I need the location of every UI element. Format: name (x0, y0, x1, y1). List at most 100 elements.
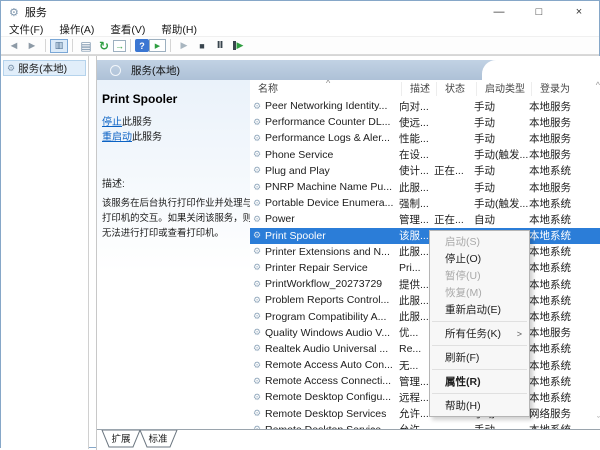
service-description: 使远... (399, 115, 434, 130)
pane-header-title: 服务(本地) (131, 63, 180, 78)
column-header-startup-type[interactable]: 启动类型 (477, 82, 532, 96)
context-menu-item[interactable]: 停止(O) (430, 250, 529, 267)
service-row[interactable]: ⚙ Program Compatibility A... 此服... 本地系统 (250, 308, 600, 324)
window-title: 服务 (25, 4, 47, 20)
show-action-pane-icon[interactable]: ▶ (149, 39, 166, 52)
service-row[interactable]: ⚙ Remote Access Connecti... 管理... 本地系统 (250, 373, 600, 389)
context-menu-item[interactable]: 重新启动(E) (430, 301, 529, 318)
service-row[interactable]: ⚙ PNRP Machine Name Pu... 此服... 手动 本地服务 (250, 179, 600, 195)
service-row[interactable]: ⚙ Peer Networking Identity... 向对... 手动 本… (250, 98, 600, 114)
service-gear-icon: ⚙ (250, 246, 265, 257)
properties-icon[interactable]: ▤ (77, 38, 95, 53)
service-gear-icon: ⚙ (250, 392, 265, 403)
service-row[interactable]: ⚙ PrintWorkflow_20273729 提供... 本地系统 (250, 276, 600, 292)
service-name: Problem Reports Control... (265, 294, 399, 306)
app-gear-icon: ⚙ (9, 6, 19, 19)
service-logon-as: 本地服务 (529, 147, 600, 162)
service-startup-type: 手动 (474, 163, 529, 178)
service-row[interactable]: ⚙ Remote Desktop Configu... 远程... 本地系统 (250, 389, 600, 405)
service-row[interactable]: ⚙ Printer Extensions and N... 此服... 本地系统 (250, 244, 600, 260)
service-status: 正在... (434, 163, 474, 178)
service-logon-as: 本地服务 (529, 131, 600, 146)
menu-view[interactable]: 查看(V) (102, 22, 153, 37)
service-gear-icon: ⚙ (250, 360, 265, 371)
service-name: Remote Access Auto Con... (265, 359, 399, 371)
service-row[interactable]: ⚙ Realtek Audio Universal ... Re... 本地系统 (250, 341, 600, 357)
close-button[interactable]: × (559, 1, 599, 23)
service-row[interactable]: ⚙ Plug and Play 使计... 正在... 手动 本地系统 (250, 163, 600, 179)
menu-file[interactable]: 文件(F) (1, 22, 51, 37)
restart-service-rest: 此服务 (132, 132, 162, 143)
show-console-tree-icon[interactable]: ▥ (50, 39, 68, 53)
column-header-description[interactable]: 描述 (402, 82, 437, 96)
context-menu-item[interactable]: 恢复(M) (430, 284, 529, 301)
column-header-status[interactable]: 状态 (437, 82, 477, 96)
service-row[interactable]: ⚙ Performance Logs & Aler... 性能... 手动 本地… (250, 130, 600, 146)
service-row[interactable]: ⚙ Remote Desktop Services 允许... 手动 网络服务 (250, 406, 600, 422)
start-service-icon[interactable]: ▶ (175, 38, 193, 53)
view-tab-bar: 扩展 标准 (97, 429, 600, 450)
context-menu-item[interactable]: 暂停(U) (430, 267, 529, 284)
service-row[interactable]: ⚙ Print Spooler 该服... 本地系统 (250, 228, 600, 244)
service-gear-icon: ⚙ (250, 262, 265, 273)
tab-extended-label[interactable]: 扩展 (111, 433, 131, 445)
service-description: 性能... (399, 131, 434, 146)
menu-bar: 文件(F) 操作(A) 查看(V) 帮助(H) (1, 23, 599, 36)
service-gear-icon: ⚙ (250, 214, 265, 225)
title-bar: ⚙ 服务 — □ × (1, 1, 599, 23)
stop-service-rest: 此服务 (122, 117, 152, 128)
service-gear-icon: ⚙ (250, 295, 265, 306)
service-name: Portable Device Enumera... (265, 197, 399, 209)
service-logon-as: 本地系统 (529, 228, 600, 243)
service-startup-type: 手动 (474, 422, 529, 429)
service-row[interactable]: ⚙ Printer Repair Service Pri... 本地系统 (250, 260, 600, 276)
tab-standard-label[interactable]: 标准 (148, 433, 168, 445)
restart-service-link[interactable]: 重启动 (102, 132, 132, 143)
context-menu-item[interactable]: 属性(R) (430, 373, 529, 390)
service-status: 正在... (434, 212, 474, 227)
service-row[interactable]: ⚙ Problem Reports Control... 此服... 本地系统 (250, 292, 600, 308)
tree-item-label: 服务(本地) (18, 61, 67, 76)
service-logon-as: 本地系统 (529, 196, 600, 211)
service-row[interactable]: ⚙ Performance Counter DL... 使远... 手动 本地服… (250, 114, 600, 130)
service-name: PNRP Machine Name Pu... (265, 181, 399, 193)
service-name: Realtek Audio Universal ... (265, 343, 399, 355)
service-name: Phone Service (265, 149, 399, 161)
scroll-up-icon[interactable]: ^ (596, 81, 600, 90)
forward-icon[interactable]: ► (23, 38, 41, 53)
pause-service-icon[interactable]: Ⅱ (211, 38, 229, 53)
menu-help[interactable]: 帮助(H) (153, 22, 205, 37)
service-row[interactable]: ⚙ Remote Desktop Service... 允许... 手动 本地系… (250, 422, 600, 429)
refresh-icon[interactable]: ↻ (95, 38, 113, 53)
context-menu-item[interactable]: 所有任务(K) > (430, 325, 529, 342)
restart-service-icon[interactable]: ▶ (229, 38, 247, 53)
service-gear-icon: ⚙ (250, 376, 265, 387)
help-icon[interactable]: ? (135, 39, 149, 52)
export-list-icon[interactable]: → (113, 40, 126, 52)
context-menu-item[interactable]: 启动(S) (430, 233, 529, 250)
context-menu-item[interactable]: 帮助(H) (430, 397, 529, 414)
service-name: Remote Access Connecti... (265, 375, 399, 387)
service-row[interactable]: ⚙ Phone Service 在设... 手动(触发... 本地服务 (250, 147, 600, 163)
menu-action[interactable]: 操作(A) (51, 22, 102, 37)
stop-service-link[interactable]: 停止 (102, 117, 122, 128)
context-menu-item[interactable]: 刷新(F) (430, 349, 529, 366)
maximize-button[interactable]: □ (519, 1, 559, 23)
service-startup-type: 手动(触发... (474, 147, 529, 162)
service-row[interactable]: ⚙ Portable Device Enumera... 强制... 手动(触发… (250, 195, 600, 211)
console-tree-pane: ⚙ 服务(本地) (1, 56, 89, 449)
service-gear-icon: ⚙ (250, 149, 265, 160)
back-icon[interactable]: ◄ (5, 38, 23, 53)
stop-service-icon[interactable]: ■ (193, 38, 211, 53)
service-startup-type: 手动 (474, 115, 529, 130)
tree-item-services-local[interactable]: ⚙ 服务(本地) (3, 60, 86, 76)
toolbar-separator (170, 39, 171, 52)
service-row[interactable]: ⚙ Remote Access Auto Con... 无... 本地系统 (250, 357, 600, 373)
service-row[interactable]: ⚙ Power 管理... 正在... 自动 本地系统 (250, 211, 600, 227)
service-name: Remote Desktop Services (265, 408, 399, 420)
context-menu-item-label: 属性(R) (445, 374, 481, 389)
minimize-button[interactable]: — (479, 1, 519, 23)
column-header-logon-as[interactable]: 登录为 (532, 82, 600, 96)
service-row[interactable]: ⚙ Quality Windows Audio V... 优... 本地服务 (250, 325, 600, 341)
service-gear-icon: ⚙ (250, 408, 265, 419)
